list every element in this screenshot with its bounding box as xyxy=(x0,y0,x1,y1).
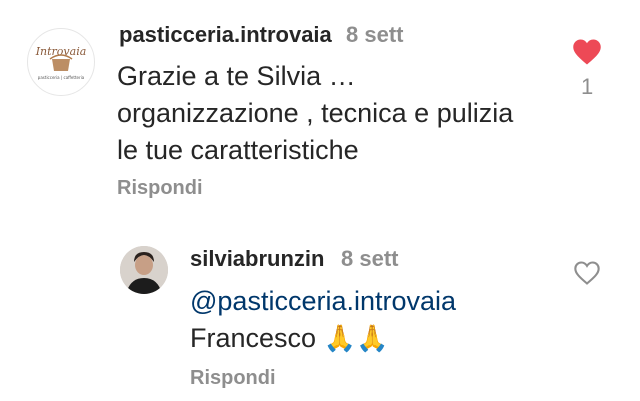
comment-line-text: Francesco xyxy=(190,323,317,353)
heart-outline-icon[interactable] xyxy=(573,260,601,286)
comment-line: organizzazione , tecnica e pulizia xyxy=(117,98,514,128)
comment-text: @pasticceria.introvaia Francesco 🙏🙏 xyxy=(190,283,456,358)
comment-text: Grazie a te Silvia … organizzazione , te… xyxy=(117,58,513,169)
user-photo-icon xyxy=(120,246,168,294)
bakery-logo-icon: Introvaia pasticceria | caffetteria xyxy=(30,31,92,93)
avatar[interactable] xyxy=(120,246,168,294)
comment-time: 8 sett xyxy=(341,246,399,271)
comment-username[interactable]: silviabrunzin xyxy=(190,246,324,272)
reply-button[interactable]: Rispondi xyxy=(190,367,276,390)
like-count: 1 xyxy=(581,74,594,99)
comment-username[interactable]: pasticceria.introvaia xyxy=(119,22,332,48)
comment-line: Francesco 🙏🙏 xyxy=(190,320,456,358)
svg-text:Introvaia: Introvaia xyxy=(35,45,87,58)
heart-filled-icon[interactable] xyxy=(572,38,602,66)
comment-time: 8 sett xyxy=(346,22,404,47)
praying-hands-emoji: 🙏🙏 xyxy=(323,324,389,354)
svg-text:pasticceria | caffetteria: pasticceria | caffetteria xyxy=(38,75,85,80)
comment-line: Grazie a te Silvia … xyxy=(117,61,356,91)
reply-button[interactable]: Rispondi xyxy=(117,177,203,200)
avatar[interactable]: Introvaia pasticceria | caffetteria xyxy=(27,28,95,96)
comment-line: le tue caratteristiche xyxy=(117,135,359,165)
mention-link[interactable]: @pasticceria.introvaia xyxy=(190,283,456,320)
